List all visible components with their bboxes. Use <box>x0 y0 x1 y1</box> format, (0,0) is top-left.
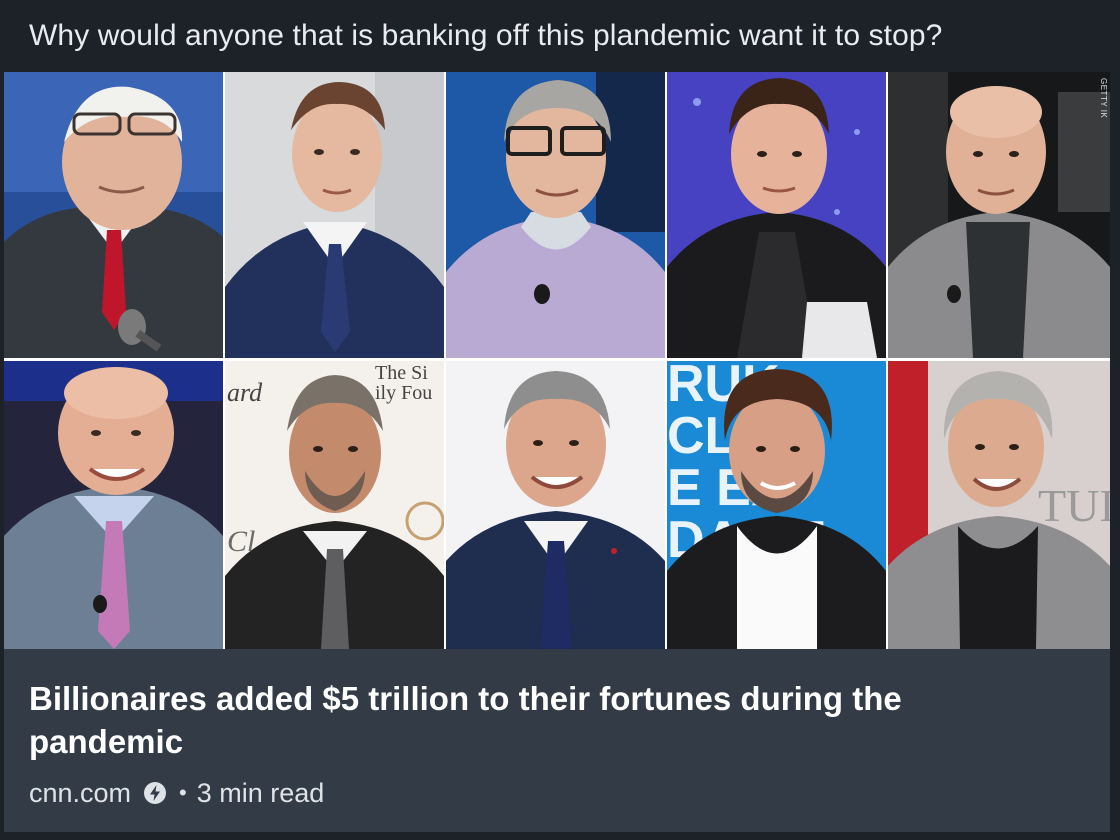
portrait-tile-8 <box>446 361 665 649</box>
backdrop-text-2: ily Fou <box>375 382 432 404</box>
portrait-tile-1 <box>4 72 223 358</box>
portrait-tile-6 <box>4 361 223 649</box>
portrait-tile-3 <box>446 72 665 358</box>
portrait-tile-9: RUK CL ES E EA DA NT <box>667 361 886 649</box>
article-headline[interactable]: Billionaires added $5 trillion to their … <box>29 677 929 763</box>
read-time: 3 min read <box>196 777 325 808</box>
backdrop-text-1: The Si <box>375 362 428 384</box>
backdrop-text-3: ard <box>227 378 263 407</box>
portrait-tile-10: TUI <box>888 361 1110 649</box>
meta-separator: • <box>179 780 187 805</box>
article-meta: cnn.com • 3 min read <box>29 777 324 809</box>
link-preview-card[interactable]: GETTY IK The Si ily Fou ard Cl RUK CL E … <box>4 72 1110 832</box>
social-post: Why would anyone that is banking off thi… <box>0 0 1120 840</box>
portrait-tile-2 <box>225 72 444 358</box>
portrait-tile-5: GETTY IK <box>888 72 1110 358</box>
portrait-tile-4 <box>667 72 886 358</box>
link-preview-footer[interactable]: Billionaires added $5 trillion to their … <box>4 649 1110 832</box>
article-image-collage[interactable]: GETTY IK The Si ily Fou ard Cl RUK CL E … <box>4 72 1110 649</box>
article-source: cnn.com <box>29 777 132 808</box>
lightning-bolt-icon <box>143 781 167 805</box>
image-credit: GETTY IK <box>1099 78 1108 119</box>
backdrop-text-9: TUI <box>1038 480 1110 531</box>
portrait-tile-7: The Si ily Fou ard Cl <box>225 361 444 649</box>
post-text: Why would anyone that is banking off thi… <box>29 19 943 52</box>
